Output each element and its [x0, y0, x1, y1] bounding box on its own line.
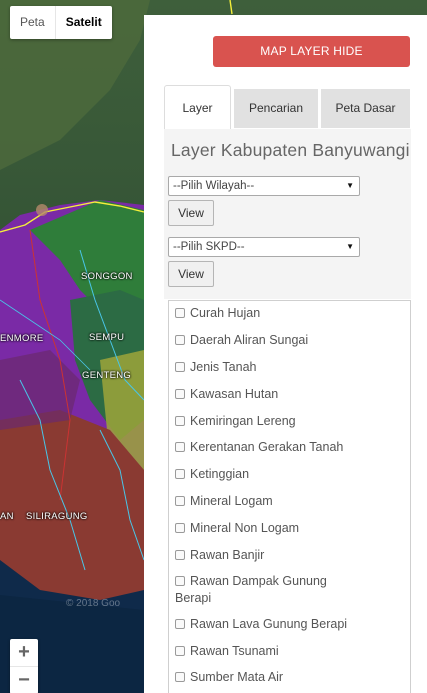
- layer-list-scrollbar[interactable]: [410, 300, 411, 693]
- layer-checkbox[interactable]: [175, 646, 185, 656]
- layer-checkbox[interactable]: [175, 576, 185, 586]
- layer-checkbox[interactable]: [175, 308, 185, 318]
- place-label-sempu: SEMPU: [89, 332, 125, 343]
- layer-label: Rawan Lava Gunung Berapi: [190, 617, 348, 631]
- layer-checkbox[interactable]: [175, 672, 185, 682]
- layer-label: Rawan Dampak Gunung Berapi: [175, 574, 327, 605]
- list-item[interactable]: Daerah Aliran Sungai: [175, 332, 308, 349]
- layer-checkbox[interactable]: [175, 496, 185, 506]
- zoom-in-button[interactable]: +: [10, 639, 38, 666]
- layer-checkbox[interactable]: [175, 469, 185, 479]
- place-label-siliragung: SILIRAGUNG: [26, 511, 88, 522]
- layer-label: Mineral Logam: [190, 494, 273, 508]
- list-item[interactable]: Mineral Logam: [175, 493, 273, 510]
- layer-label: Rawan Tsunami: [190, 644, 279, 658]
- panel-tabs: Layer Pencarian Peta Dasar: [164, 85, 414, 129]
- tab-peta-dasar[interactable]: Peta Dasar: [321, 89, 410, 128]
- tab-pencarian[interactable]: Pencarian: [234, 89, 318, 128]
- map-type-peta-button[interactable]: Peta: [10, 6, 55, 39]
- list-item[interactable]: Rawan Lava Gunung Berapi: [175, 616, 347, 633]
- layer-checkbox[interactable]: [175, 416, 185, 426]
- place-label-songgon: SONGGON: [81, 271, 133, 282]
- layer-label: Rawan Banjir: [190, 548, 265, 562]
- layer-label: Mineral Non Logam: [190, 521, 300, 535]
- layer-label: Ketinggian: [190, 467, 250, 481]
- layer-label: Kerentanan Gerakan Tanah: [190, 440, 344, 454]
- map-type-satelit-button[interactable]: Satelit: [54, 6, 112, 39]
- skpd-select[interactable]: --Pilih SKPD-- ▼: [168, 237, 360, 257]
- layer-checkbox[interactable]: [175, 550, 185, 560]
- layer-label: Sumber Mata Air: [190, 670, 284, 682]
- list-item[interactable]: Rawan Dampak Gunung Berapi: [175, 573, 365, 607]
- list-item[interactable]: Ketinggian: [175, 466, 249, 483]
- layer-checkbox[interactable]: [175, 619, 185, 629]
- list-item[interactable]: Kawasan Hutan: [175, 386, 278, 403]
- layer-label: Curah Hujan: [190, 306, 261, 320]
- list-item[interactable]: Sumber Mata Air: [175, 669, 283, 682]
- layer-checkbox[interactable]: [175, 389, 185, 399]
- chevron-down-icon: ▼: [346, 181, 354, 190]
- zoom-control: + −: [10, 639, 38, 693]
- map-type-control: Peta Satelit: [10, 6, 112, 39]
- layer-checkbox[interactable]: [175, 523, 185, 533]
- layer-panel: MAP LAYER HIDE Layer Pencarian Peta Dasa…: [144, 15, 427, 693]
- layer-label: Daerah Aliran Sungai: [190, 333, 309, 347]
- place-label-genteng: GENTENG: [82, 370, 132, 381]
- layer-panel-title: Layer Kabupaten Banyuwangi: [171, 140, 410, 160]
- list-item[interactable]: Mineral Non Logam: [175, 520, 299, 537]
- list-item[interactable]: Jenis Tanah: [175, 359, 257, 376]
- layer-checkbox[interactable]: [175, 335, 185, 345]
- list-item[interactable]: Curah Hujan: [175, 305, 260, 322]
- zoom-out-button[interactable]: −: [10, 667, 38, 693]
- chevron-down-icon: ▼: [346, 242, 354, 251]
- layer-label: Jenis Tanah: [190, 360, 257, 374]
- skpd-select-value: --Pilih SKPD--: [173, 241, 245, 253]
- tab-layer[interactable]: Layer: [164, 85, 231, 129]
- list-item[interactable]: Rawan Banjir: [175, 547, 264, 564]
- map-copyright: © 2018 Goo: [66, 598, 121, 609]
- layer-checkbox[interactable]: [175, 362, 185, 372]
- layer-label: Kawasan Hutan: [190, 387, 279, 401]
- view-skpd-button[interactable]: View: [168, 261, 214, 287]
- place-label-an: AN: [0, 511, 14, 522]
- map-layer-hide-button[interactable]: MAP LAYER HIDE: [213, 36, 410, 67]
- layer-tab-content: Layer Kabupaten Banyuwangi --Pilih Wilay…: [164, 129, 411, 299]
- layer-checkbox[interactable]: [175, 442, 185, 452]
- wilayah-select-value: --Pilih Wilayah--: [173, 180, 255, 192]
- place-label-enmore: ENMORE: [0, 333, 44, 344]
- list-item[interactable]: Kerentanan Gerakan Tanah: [175, 439, 343, 456]
- view-wilayah-button[interactable]: View: [168, 200, 214, 226]
- wilayah-select[interactable]: --Pilih Wilayah-- ▼: [168, 176, 360, 196]
- layer-label: Kemiringan Lereng: [190, 414, 296, 428]
- list-item[interactable]: Rawan Tsunami: [175, 643, 279, 660]
- list-item[interactable]: Kemiringan Lereng: [175, 413, 296, 430]
